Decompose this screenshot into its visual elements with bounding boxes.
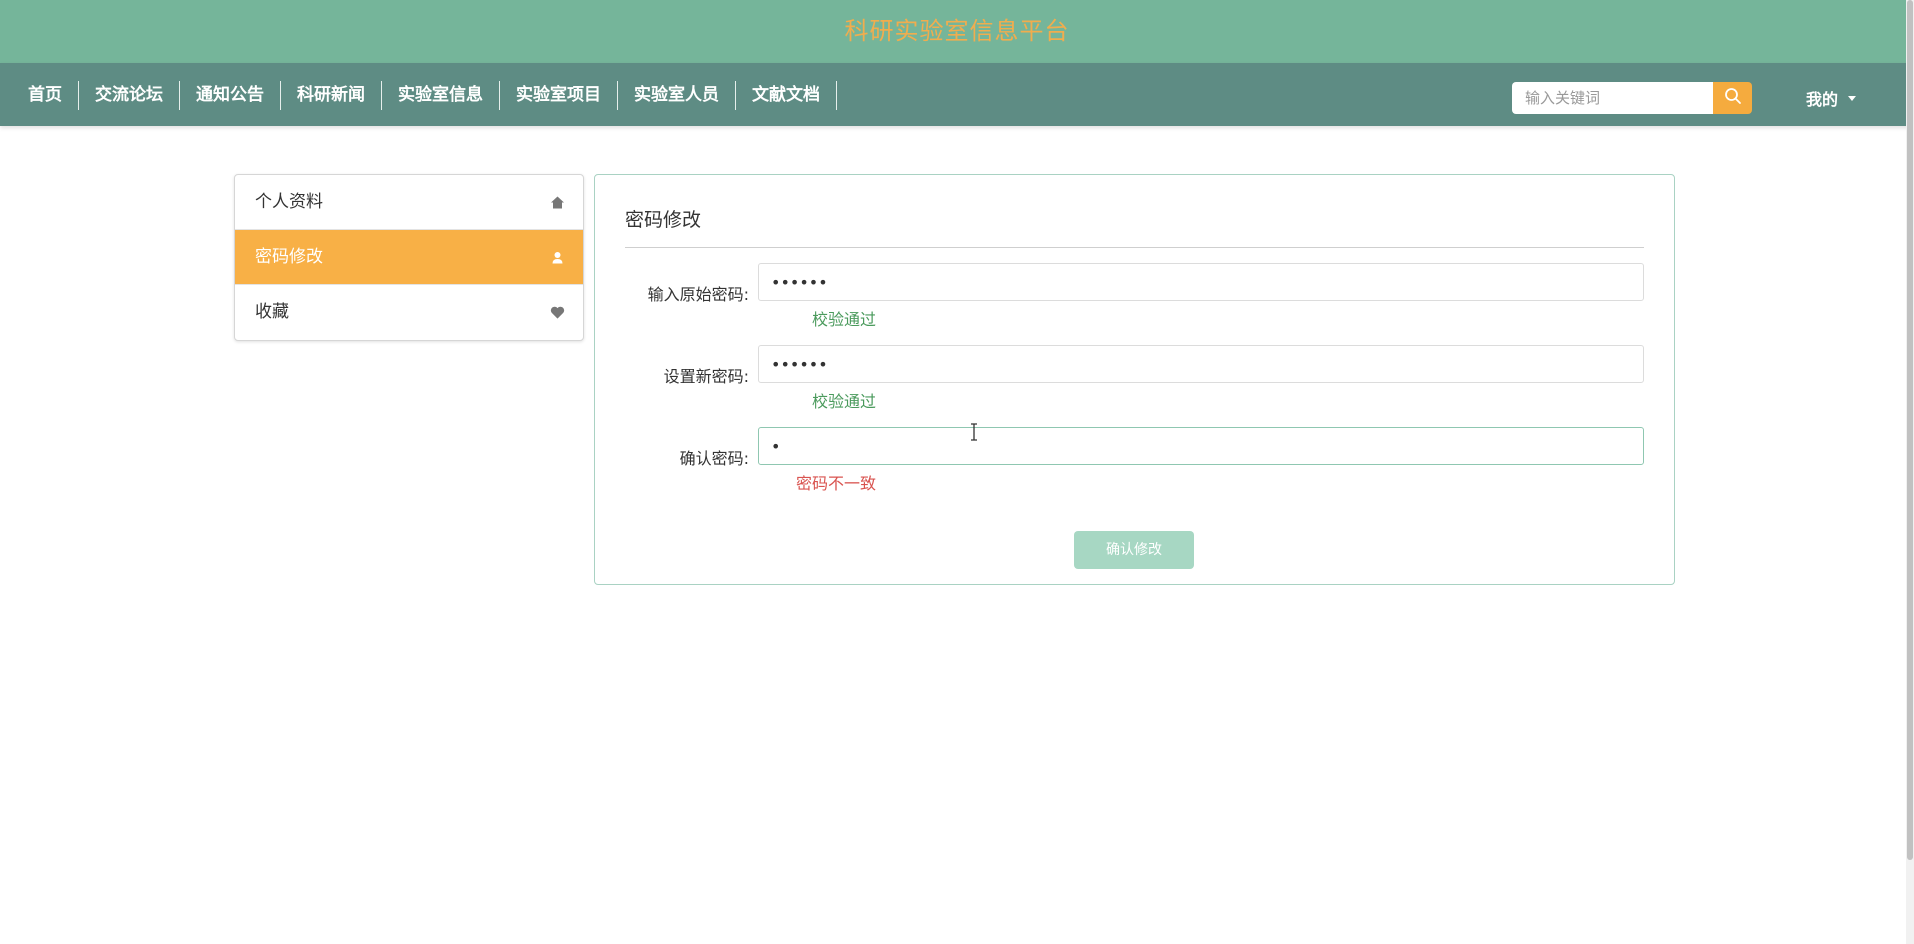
sidebar-item-label: 个人资料 xyxy=(255,192,323,212)
nav-item-home[interactable]: 首页 xyxy=(12,81,79,110)
sidebar-item-favorites[interactable]: 收藏 xyxy=(235,285,583,340)
nav-item-documents[interactable]: 文献文档 xyxy=(736,81,837,110)
sidebar-item-profile[interactable]: 个人资料 xyxy=(235,175,583,230)
panel-title: 密码修改 xyxy=(625,209,702,231)
confirm-password-label: 确认密码: xyxy=(679,449,749,468)
search-button[interactable] xyxy=(1713,82,1752,114)
old-password-message: 校验通过 xyxy=(812,310,877,329)
nav-item-forum[interactable]: 交流论坛 xyxy=(79,81,180,110)
confirm-change-button[interactable]: 确认修改 xyxy=(1074,531,1194,569)
heart-icon xyxy=(550,305,565,320)
new-password-message: 校验通过 xyxy=(812,392,877,411)
text-cursor-icon xyxy=(969,423,979,441)
nav-item-lab-staff[interactable]: 实验室人员 xyxy=(618,81,736,110)
confirm-password-field[interactable] xyxy=(758,427,1644,465)
old-password-field[interactable] xyxy=(758,263,1644,301)
nav-item-news[interactable]: 科研新闻 xyxy=(281,81,382,110)
new-password-label: 设置新密码: xyxy=(663,367,749,386)
site-title: 科研实验室信息平台 xyxy=(844,17,1070,45)
user-menu[interactable]: 我的 xyxy=(1806,84,1857,112)
nav-items: 首页 交流论坛 通知公告 科研新闻 实验室信息 实验室项目 实验室人员 文献文档 xyxy=(12,81,837,110)
old-password-label: 输入原始密码: xyxy=(647,285,749,304)
search-input[interactable] xyxy=(1512,82,1713,114)
nav-item-lab-info[interactable]: 实验室信息 xyxy=(382,81,500,110)
top-banner: 科研实验室信息平台 xyxy=(0,0,1914,63)
sidebar-item-label: 密码修改 xyxy=(255,247,323,267)
side-menu: 个人资料 密码修改 收藏 xyxy=(234,174,584,341)
sidebar-item-password[interactable]: 密码修改 xyxy=(235,230,583,285)
user-icon xyxy=(550,250,565,265)
nav-item-notices[interactable]: 通知公告 xyxy=(180,81,281,110)
scrollbar-thumb[interactable] xyxy=(1907,0,1913,860)
sidebar-item-label: 收藏 xyxy=(255,302,289,322)
home-icon xyxy=(550,195,565,210)
new-password-field[interactable] xyxy=(758,345,1644,383)
confirm-password-message: 密码不一致 xyxy=(796,474,877,493)
nav-item-lab-projects[interactable]: 实验室项目 xyxy=(500,81,618,110)
panel-divider xyxy=(625,247,1644,248)
password-change-panel: 密码修改 输入原始密码: 校验通过 设置新密码: 校验通过 确认密码: 密码不一… xyxy=(594,174,1675,585)
user-menu-label: 我的 xyxy=(1806,90,1839,109)
caret-down-icon xyxy=(1848,95,1857,101)
search-icon xyxy=(1724,87,1742,109)
